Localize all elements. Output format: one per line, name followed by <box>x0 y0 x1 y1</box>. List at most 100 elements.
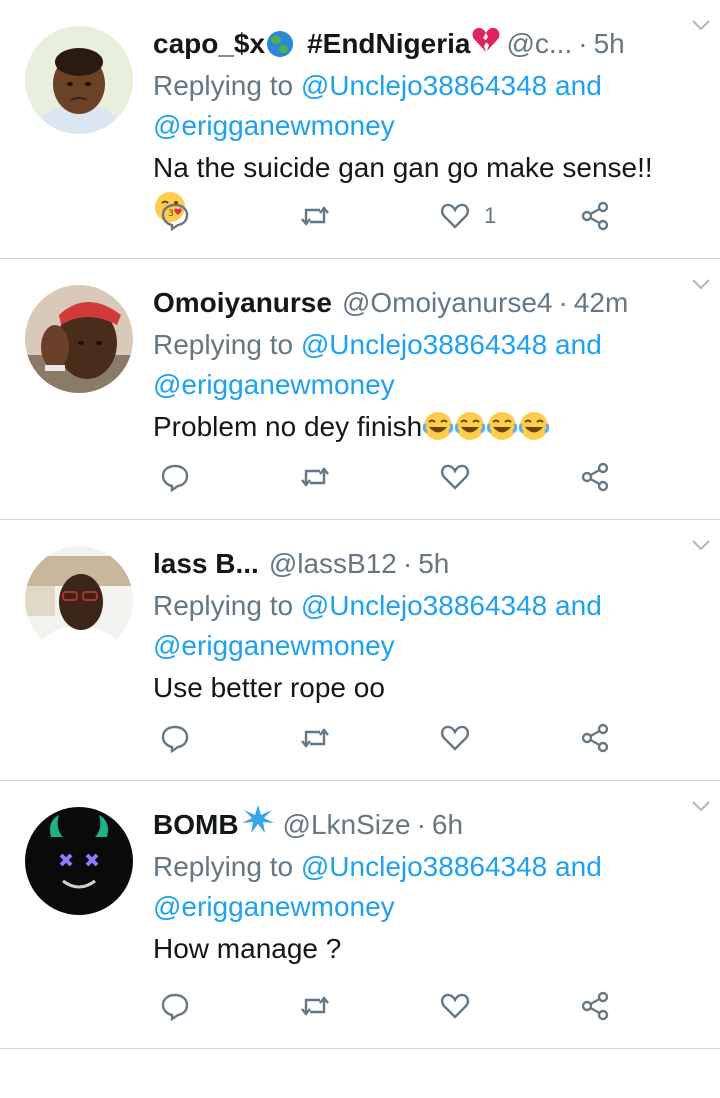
like-count: 1 <box>484 203 497 228</box>
like-button[interactable]: 1 <box>440 201 496 231</box>
reply-button[interactable] <box>160 462 190 492</box>
chevron-down-icon[interactable] <box>690 795 712 817</box>
reply-icon <box>161 725 189 753</box>
mention-link[interactable]: @Unclejo38864348 <box>301 70 547 101</box>
display-name[interactable]: capo_$x <box>153 22 265 66</box>
tweet-header: Omoiyanurse @Omoiyanurse4 · 42m <box>153 281 700 325</box>
display-name[interactable]: lass B... <box>153 542 259 586</box>
timestamp[interactable]: 5h <box>594 22 625 66</box>
mention-link[interactable]: @erigganewmoney <box>153 630 395 661</box>
reply-button[interactable] <box>160 991 190 1021</box>
tweet-text: Use better rope oo <box>153 672 385 703</box>
tweet-actions <box>160 988 620 1024</box>
laughing-emoji-icon <box>454 411 486 442</box>
like-icon <box>441 725 469 751</box>
tweet[interactable]: lass B... @lassB12 · 5h Replying to @Unc… <box>0 520 720 781</box>
and-link[interactable]: and <box>555 851 602 882</box>
replying-to: Replying to @Unclejo38864348 and <box>153 847 700 887</box>
and-link[interactable]: and <box>555 329 602 360</box>
replying-to-label: Replying to <box>153 329 294 360</box>
like-icon <box>441 464 469 490</box>
retweet-icon <box>301 728 329 748</box>
share-icon <box>581 723 609 753</box>
timestamp[interactable]: 5h <box>418 542 449 586</box>
retweet-button[interactable] <box>300 723 330 753</box>
tweet-text-container: Problem no dey finish <box>153 407 700 447</box>
mention-link[interactable]: @Unclejo38864348 <box>301 590 547 621</box>
handle[interactable]: @Omoiyanurse4 <box>342 281 553 325</box>
mention-link[interactable]: @Unclejo38864348 <box>301 851 547 882</box>
tweet-header: BOMB @LknSize · 6h <box>153 803 700 847</box>
share-button[interactable] <box>580 201 610 231</box>
tweet[interactable]: capo_$x #EndNigeria @c... · 5h Replying … <box>0 0 720 259</box>
replying-to-label: Replying to <box>153 851 294 882</box>
timestamp[interactable]: 42m <box>574 281 628 325</box>
mention-link[interactable]: @erigganewmoney <box>153 891 395 922</box>
laughing-emoji-icon <box>422 411 454 442</box>
retweet-icon <box>301 467 329 487</box>
timestamp[interactable]: 6h <box>432 803 463 847</box>
share-icon <box>581 462 609 492</box>
laughing-emoji-icon <box>518 411 550 442</box>
share-button[interactable] <box>580 723 610 753</box>
tweet-text: How manage ? <box>153 933 342 964</box>
retweet-button[interactable] <box>300 991 330 1021</box>
replying-to-label: Replying to <box>153 590 294 621</box>
reply-button[interactable] <box>160 201 190 231</box>
tweet-actions <box>160 459 620 495</box>
replying-to: Replying to @Unclejo38864348 and <box>153 66 700 106</box>
replying-to-label: Replying to <box>153 70 294 101</box>
handle[interactable]: @lassB12 <box>269 542 397 586</box>
retweet-button[interactable] <box>300 462 330 492</box>
avatar[interactable] <box>25 26 133 134</box>
share-icon <box>581 991 609 1021</box>
chevron-down-icon[interactable] <box>690 273 712 295</box>
globe-emoji-icon <box>267 31 294 57</box>
share-icon <box>581 201 609 231</box>
reply-button[interactable] <box>160 723 190 753</box>
retweet-icon <box>301 206 329 226</box>
replying-to: Replying to @Unclejo38864348 and <box>153 325 700 365</box>
tweet-text: Problem no dey finish <box>153 411 423 442</box>
chevron-down-icon[interactable] <box>690 14 712 36</box>
handle[interactable]: @c... <box>506 22 572 66</box>
avatar[interactable] <box>25 546 133 654</box>
mention-link[interactable]: @Unclejo38864348 <box>301 329 547 360</box>
mention-link[interactable]: @erigganewmoney <box>153 369 395 400</box>
reply-icon <box>161 203 189 231</box>
tweet-text: Na the suicide gan gan go make sense!! <box>153 152 653 183</box>
tweet[interactable]: Omoiyanurse @Omoiyanurse4 · 42m Replying… <box>0 259 720 520</box>
separator-dot: · <box>402 548 413 579</box>
replying-to: Replying to @Unclejo38864348 and <box>153 586 700 626</box>
retweet-icon <box>301 996 329 1016</box>
mention-link[interactable]: @erigganewmoney <box>153 110 395 141</box>
handle[interactable]: @LknSize <box>283 803 411 847</box>
broken-heart-emoji-icon <box>472 22 500 66</box>
like-button[interactable] <box>440 462 470 492</box>
separator-dot: · <box>416 809 426 840</box>
separator-dot: · <box>558 287 568 318</box>
share-button[interactable] <box>580 462 610 492</box>
avatar[interactable] <box>25 807 133 915</box>
reply-icon <box>161 464 189 492</box>
like-icon <box>441 203 469 229</box>
tweet-actions: 1 <box>160 198 620 234</box>
reply-icon <box>161 993 189 1021</box>
display-name-suffix: #EndNigeria <box>307 28 471 59</box>
share-button[interactable] <box>580 991 610 1021</box>
laughing-emoji-icon <box>486 411 518 442</box>
tweet[interactable]: BOMB @LknSize · 6h Replying to @Unclejo3… <box>0 781 720 1049</box>
sparkle-emoji-icon <box>241 803 275 847</box>
chevron-down-icon[interactable] <box>690 534 712 556</box>
and-link[interactable]: and <box>555 590 602 621</box>
retweet-button[interactable] <box>300 201 330 231</box>
like-icon <box>441 993 469 1019</box>
tweet-actions <box>160 720 620 756</box>
like-button[interactable] <box>440 723 470 753</box>
display-name[interactable]: BOMB <box>153 803 239 847</box>
and-link[interactable]: and <box>555 70 602 101</box>
separator-dot: · <box>578 28 588 59</box>
avatar[interactable] <box>25 285 133 393</box>
display-name[interactable]: Omoiyanurse <box>153 281 332 325</box>
like-button[interactable] <box>440 991 470 1021</box>
